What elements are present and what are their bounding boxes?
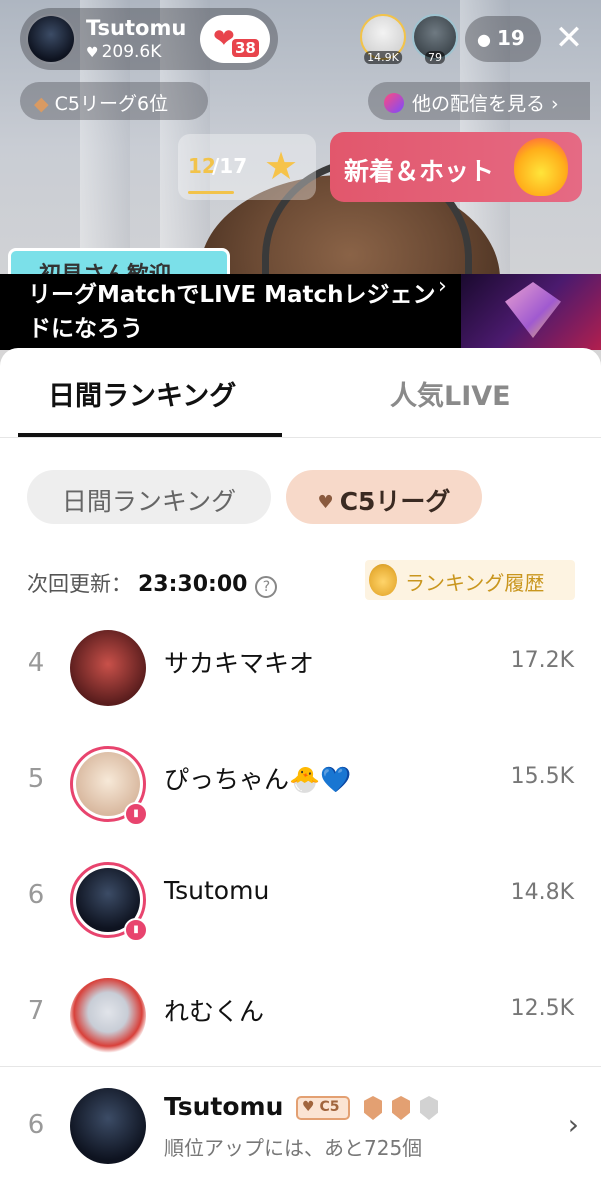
follow-badge[interactable]: ❤ 38 <box>200 15 270 63</box>
user-name: サカキマキオ <box>164 649 315 678</box>
league-match-banner[interactable]: リーグMatchでLIVE Matchレジェンドになろう › <box>0 274 601 350</box>
rank-number: 5 <box>27 764 45 794</box>
rank-number: 6 <box>27 1110 45 1140</box>
chevron-right-icon[interactable]: › <box>568 1108 579 1141</box>
divider <box>0 1066 601 1067</box>
filter-chip-daily-label: 日間ランキング <box>61 487 237 516</box>
host-likes-value: 209.6K <box>101 42 162 62</box>
top-viewer-avatar-2[interactable]: 79 <box>412 14 458 64</box>
ranking-history-label: ランキング履歴 <box>405 571 545 595</box>
avatar[interactable] <box>70 1088 146 1164</box>
live-indicator-icon: ▮ <box>124 918 148 942</box>
user-name: ぴっちゃん🐣💙 <box>164 765 352 794</box>
diamond-icon: ◆ <box>34 93 49 115</box>
filter-chip-c5-label: C5リーグ <box>339 487 451 516</box>
star-icon: ★ <box>264 144 299 188</box>
rank-number: 4 <box>27 648 45 678</box>
score: 14.8K <box>510 880 574 905</box>
avatar[interactable] <box>70 978 146 1054</box>
badge-number: 38 <box>232 39 259 57</box>
next-update: 次回更新： 23:30:00? <box>27 568 278 598</box>
tab-popular-live[interactable]: 人気LIVE <box>390 374 511 413</box>
ranking-row[interactable]: 4 サカキマキオ 17.2K <box>0 610 601 726</box>
ranking-tabs: 日間ランキング 人気LIVE <box>0 348 601 438</box>
active-tab-indicator <box>18 433 282 437</box>
rank-number: 7 <box>27 996 45 1026</box>
ranking-row[interactable]: 7 れむくん 12.5K <box>0 958 601 1074</box>
viewer-count-chip[interactable]: ● 19 <box>465 16 541 62</box>
ranking-row[interactable]: 6 ▮ Tsutomu 14.8K <box>0 842 601 958</box>
ranking-row[interactable]: 5 ▮ ぴっちゃん🐣💙 15.5K <box>0 726 601 842</box>
user-name: Tsutomu <box>164 876 270 905</box>
counter-total: /17 <box>212 154 248 178</box>
host-likes: ♥ 209.6K <box>86 42 161 62</box>
tab-daily-ranking[interactable]: 日間ランキング <box>48 374 236 413</box>
chevron-right-icon: › <box>438 274 447 299</box>
league-tag-label: C5 <box>319 1099 340 1115</box>
medal-icon <box>369 564 397 596</box>
banner-text: リーグMatchでLIVE Matchレジェンドになろう <box>28 282 436 342</box>
host-name: Tsutomu <box>86 16 187 40</box>
viewer-total: 19 <box>496 26 525 50</box>
new-hot-button[interactable]: 新着＆ホット <box>330 132 582 202</box>
heart-icon: ♥ <box>317 492 334 513</box>
live-indicator-icon: ▮ <box>124 802 148 826</box>
counter-progress <box>188 191 234 194</box>
viewer-count-1: 14.9K <box>364 51 402 64</box>
close-icon[interactable]: ✕ <box>552 18 586 58</box>
league-rank-label: C5リーグ6位 <box>54 93 169 115</box>
filter-chip-c5-league[interactable]: ♥ C5リーグ <box>286 470 482 524</box>
host-avatar[interactable] <box>26 14 76 64</box>
other-streams-button[interactable]: 他の配信を見る › <box>368 82 590 120</box>
avatar[interactable] <box>70 630 146 706</box>
filter-chip-daily[interactable]: 日間ランキング <box>27 470 271 524</box>
rank-number: 6 <box>27 880 45 910</box>
shield-icon <box>392 1096 410 1120</box>
my-ranking-row[interactable]: 6 Tsutomu ♥ C5 順位アップには、あと725個 › <box>0 1068 601 1188</box>
user-name: Tsutomu <box>164 1092 284 1121</box>
host-profile-chip[interactable]: Tsutomu ♥ 209.6K ❤ 38 <box>20 8 278 70</box>
league-rank-pill[interactable]: ◆ C5リーグ6位 <box>20 82 208 120</box>
person-icon: ● <box>477 30 491 49</box>
league-tag: ♥ C5 <box>296 1096 350 1120</box>
flame-icon <box>514 138 568 196</box>
info-icon[interactable]: ? <box>255 576 278 598</box>
score: 17.2K <box>510 648 574 673</box>
ranking-history-button[interactable]: ランキング履歴 <box>365 560 575 600</box>
shield-icon <box>420 1096 438 1120</box>
rank-up-hint: 順位アップには、あと725個 <box>164 1136 423 1160</box>
next-update-time: 23:30:00 <box>138 572 248 597</box>
ranking-sheet: 日間ランキング 人気LIVE 日間ランキング ♥ C5リーグ 次回更新： 23:30… <box>0 348 601 1200</box>
heart-icon: ♥ <box>86 45 99 61</box>
top-viewer-avatar-1[interactable]: 14.9K <box>360 14 406 64</box>
shield-icon <box>364 1096 382 1120</box>
trophy-gem-icon <box>505 282 561 338</box>
next-update-label: 次回更新： <box>27 572 132 596</box>
other-streams-label: 他の配信を見る <box>412 93 546 115</box>
score: 15.5K <box>510 764 574 789</box>
stream-counter[interactable]: 12 /17 ★ <box>178 134 316 200</box>
score: 12.5K <box>510 996 574 1021</box>
viewer-count-2: 79 <box>425 51 445 64</box>
user-name: れむくん <box>164 997 265 1026</box>
new-hot-label: 新着＆ホット <box>344 157 495 186</box>
orb-icon <box>384 93 404 113</box>
banner-art <box>461 274 601 350</box>
